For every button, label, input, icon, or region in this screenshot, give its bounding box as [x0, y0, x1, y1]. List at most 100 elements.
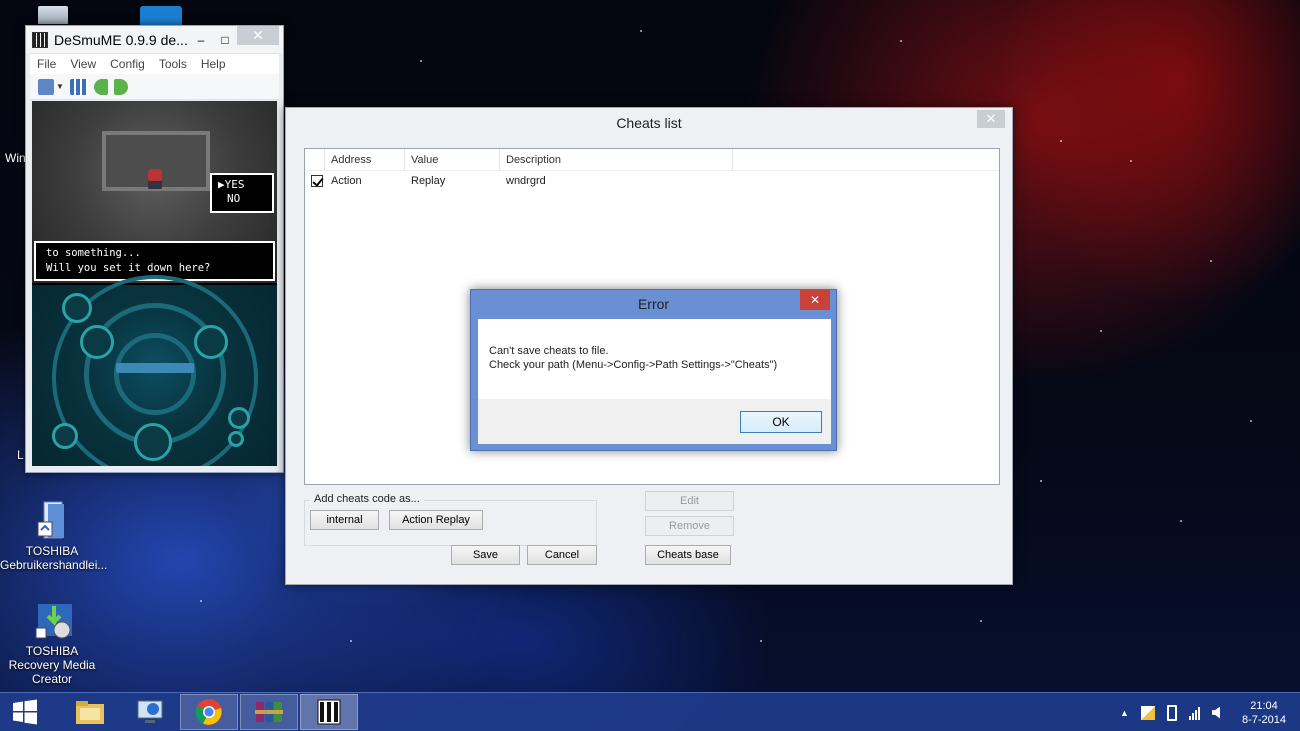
cheats-title-bar[interactable]: Cheats list ✕	[286, 108, 1012, 138]
column-value[interactable]: Value	[405, 148, 500, 171]
error-message-line: Check your path (Menu->Config->Path Sett…	[489, 359, 778, 371]
menu-tools[interactable]: Tools	[152, 57, 194, 71]
menu-bubble[interactable]	[62, 293, 92, 323]
desktop-icon-toshiba-recovery[interactable]: TOSHIBA Recovery Media Creator	[0, 600, 104, 686]
close-button[interactable]: ✕	[237, 26, 279, 45]
desmume-title: DeSmuME 0.9.9 de...	[54, 31, 188, 48]
taskbar-chrome[interactable]	[180, 694, 238, 730]
error-message: Can't save cheats to file. Check your pa…	[478, 319, 831, 372]
desmume-toolbar: ▼	[30, 74, 279, 100]
desktop-icon-toshiba-manual[interactable]: TOSHIBA Gebruikershandlei...	[0, 500, 108, 572]
redo-icon[interactable]	[113, 78, 128, 95]
add-cheats-group-label: Add cheats code as...	[310, 493, 424, 505]
internal-button[interactable]: internal	[310, 510, 379, 530]
cancel-button[interactable]: Cancel	[527, 545, 597, 565]
taskbar: ▲ 21:04 8-7-2014	[0, 692, 1300, 731]
remove-button[interactable]: Remove	[645, 516, 734, 536]
chrome-icon	[195, 699, 222, 725]
error-message-line: Can't save cheats to file.	[489, 345, 609, 357]
open-rom-icon[interactable]	[38, 78, 54, 95]
cheats-title: Cheats list	[616, 115, 682, 131]
error-title-bar[interactable]: Error ✕	[471, 290, 836, 319]
clock[interactable]: 21:04 8-7-2014	[1242, 699, 1286, 727]
table-row[interactable]: Action Replay wndrgrd	[305, 171, 999, 191]
action-replay-button[interactable]: Action Replay	[389, 510, 483, 530]
error-title: Error	[637, 296, 670, 312]
file-explorer-icon	[76, 701, 104, 724]
cell-value: Replay	[411, 175, 446, 187]
taskbar-winrar[interactable]	[240, 694, 298, 730]
header-spacer	[305, 148, 325, 171]
save-button[interactable]: Save	[451, 545, 520, 565]
start-icon	[13, 699, 37, 725]
menu-file[interactable]: File	[30, 57, 63, 71]
manual-book-icon	[32, 500, 72, 540]
status-bar	[116, 363, 194, 373]
ok-button[interactable]: OK	[740, 411, 822, 433]
recycle-bin-icon[interactable]	[38, 6, 68, 24]
pause-icon[interactable]	[69, 78, 88, 95]
clock-date: 8-7-2014	[1241, 713, 1286, 726]
cheat-enabled-checkbox[interactable]	[311, 175, 323, 187]
remote-desktop-icon	[137, 700, 163, 723]
column-description[interactable]: Description	[500, 148, 733, 171]
bottom-screen[interactable]	[32, 275, 277, 466]
battery-icon[interactable]	[1166, 704, 1177, 721]
menu-view[interactable]: View	[63, 57, 103, 71]
taskbar-desmume[interactable]	[300, 694, 358, 730]
minimize-button[interactable]: –	[189, 33, 213, 47]
taskbar-remote-desktop[interactable]	[121, 694, 179, 730]
desmume-title-bar[interactable]: DeSmuME 0.9.9 de... – □ ✕	[26, 26, 283, 53]
player-sprite	[148, 169, 162, 189]
dialog-line: to something...	[46, 247, 141, 259]
error-dialog[interactable]: Error ✕ Can't save cheats to file. Check…	[470, 289, 837, 451]
desktop-partial-label: L	[17, 448, 24, 462]
desktop-partial-label: Win	[5, 151, 26, 165]
cell-address: Action	[331, 175, 362, 187]
yes-no-box[interactable]: ▶YES NO	[210, 173, 274, 213]
start-button[interactable]	[0, 694, 50, 730]
menu-bubble[interactable]	[228, 407, 250, 429]
choice-no[interactable]: NO	[218, 192, 272, 206]
desmume-menu-bar: File View Config Tools Help	[30, 53, 279, 74]
cheats-base-button[interactable]: Cheats base	[645, 545, 731, 565]
network-signal-icon[interactable]	[1188, 706, 1200, 720]
menu-bubble[interactable]	[194, 325, 228, 359]
winrar-icon	[255, 702, 283, 722]
desmume-window[interactable]: DeSmuME 0.9.9 de... – □ ✕ File View Conf…	[25, 25, 284, 473]
menu-bubble[interactable]	[228, 431, 244, 447]
cell-description: wndrgrd	[506, 175, 546, 187]
system-tray: ▲ 21:04 8-7-2014	[1120, 693, 1286, 731]
column-address[interactable]: Address	[325, 148, 405, 171]
recovery-media-icon	[32, 600, 72, 640]
app-shortcut-icon[interactable]	[140, 6, 182, 26]
maximize-button[interactable]: □	[213, 33, 237, 47]
chevron-down-icon[interactable]: ▼	[56, 82, 64, 91]
error-body: Can't save cheats to file. Check your pa…	[478, 319, 831, 444]
cursor-icon: ▶	[218, 178, 225, 191]
choice-yes[interactable]: YES	[225, 178, 245, 191]
action-center-flag-icon[interactable]	[1140, 705, 1155, 720]
emulator-screen[interactable]: ▶YES NO to something... Will you set it …	[32, 101, 277, 466]
taskbar-file-explorer[interactable]	[61, 694, 119, 730]
menu-bubble[interactable]	[52, 423, 78, 449]
menu-bubble[interactable]	[80, 325, 114, 359]
error-footer: OK	[478, 399, 831, 444]
clock-time: 21:04	[1250, 699, 1278, 712]
desktop-icon-label: TOSHIBA Recovery Media Creator	[8, 644, 96, 686]
desmume-app-icon	[32, 31, 48, 48]
menu-config[interactable]: Config	[103, 57, 152, 71]
close-button[interactable]: ✕	[800, 290, 830, 310]
menu-bubble[interactable]	[134, 423, 172, 461]
show-hidden-icons-icon[interactable]: ▲	[1120, 708, 1129, 718]
reset-icon[interactable]	[93, 78, 108, 95]
menu-help[interactable]: Help	[194, 57, 233, 71]
dialog-line: Will you set it down here?	[46, 262, 211, 274]
volume-icon[interactable]	[1211, 706, 1220, 719]
list-header: Address Value Description	[305, 148, 999, 171]
top-screen: ▶YES NO to something... Will you set it …	[32, 101, 277, 283]
desmume-icon	[317, 699, 341, 725]
edit-button[interactable]: Edit	[645, 491, 734, 511]
close-button[interactable]: ✕	[977, 110, 1005, 128]
desktop-icon-label: TOSHIBA Gebruikershandlei...	[0, 544, 108, 572]
